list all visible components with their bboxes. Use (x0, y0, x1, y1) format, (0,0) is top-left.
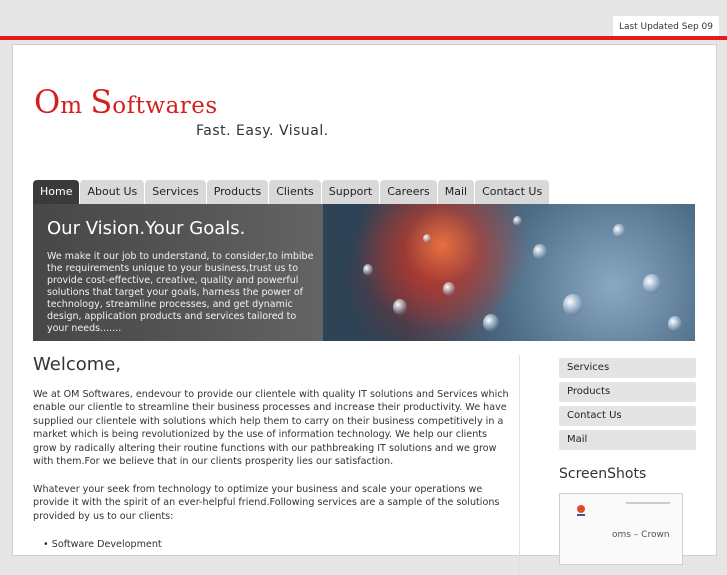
nav-tab-home[interactable]: Home (33, 180, 80, 204)
water-drop (363, 264, 373, 276)
tagline: Fast. Easy. Visual. (196, 123, 329, 139)
sidebar-menu: Services Products Contact Us Mail (559, 358, 696, 454)
water-drop (668, 316, 682, 332)
nav-tab-careers[interactable]: Careers (380, 180, 437, 204)
sidebar-item-services[interactable]: Services (559, 358, 696, 378)
water-drop (513, 216, 522, 226)
logo-text-oftwares: oftwares (112, 93, 218, 119)
last-updated-badge: Last Updated Sep 09 (612, 16, 719, 38)
nav-tab-clients[interactable]: Clients (269, 180, 321, 204)
hero-description: We make it our job to understand, to con… (47, 251, 314, 334)
water-drop (423, 234, 431, 243)
nav-tab-services[interactable]: Services (145, 180, 206, 204)
sidebar-item-products[interactable]: Products (559, 382, 696, 402)
water-drop (393, 299, 407, 315)
main-nav: Home About Us Services Products Clients … (33, 180, 550, 204)
nav-tab-about-us[interactable]: About Us (80, 180, 145, 204)
screenshots-heading: ScreenShots (559, 466, 647, 482)
logo-initial-o: O (34, 83, 61, 121)
hero-banner: Our Vision.Your Goals. We make it our jo… (33, 204, 695, 341)
intro-paragraph: We at OM Softwares, endevour to provide … (33, 389, 509, 468)
water-drop (533, 244, 547, 260)
welcome-heading: Welcome, (33, 354, 122, 375)
water-drop (563, 294, 583, 316)
hero-image (323, 204, 695, 341)
accent-line (0, 36, 727, 40)
nav-tab-contact-us[interactable]: Contact Us (475, 180, 550, 204)
water-drop (483, 314, 499, 332)
column-divider (519, 355, 520, 575)
water-drop (613, 224, 625, 238)
site-logo[interactable]: Om Softwares (34, 83, 218, 121)
water-drop (643, 274, 661, 294)
sidebar-item-contact-us[interactable]: Contact Us (559, 406, 696, 426)
page-container: Om Softwares Fast. Easy. Visual. Home Ab… (12, 44, 717, 575)
water-drop (443, 282, 455, 296)
thumbnail-header-line (626, 502, 670, 504)
hero-text-panel: Our Vision.Your Goals. We make it our jo… (33, 204, 323, 341)
sidebar-item-mail[interactable]: Mail (559, 430, 696, 450)
oms-logo-icon (577, 505, 585, 516)
screenshot-caption: oms – Crown (612, 530, 670, 540)
nav-tab-support[interactable]: Support (321, 180, 380, 204)
logo-text-m: m (60, 93, 91, 119)
screenshot-thumbnail[interactable]: oms – Crown (559, 493, 683, 565)
services-paragraph: Whatever your seek from technology to op… (33, 484, 500, 522)
nav-tab-mail[interactable]: Mail (437, 180, 475, 204)
hero-title: Our Vision.Your Goals. (47, 218, 246, 239)
logo-initial-s: S (90, 83, 113, 121)
nav-tab-products[interactable]: Products (206, 180, 269, 204)
